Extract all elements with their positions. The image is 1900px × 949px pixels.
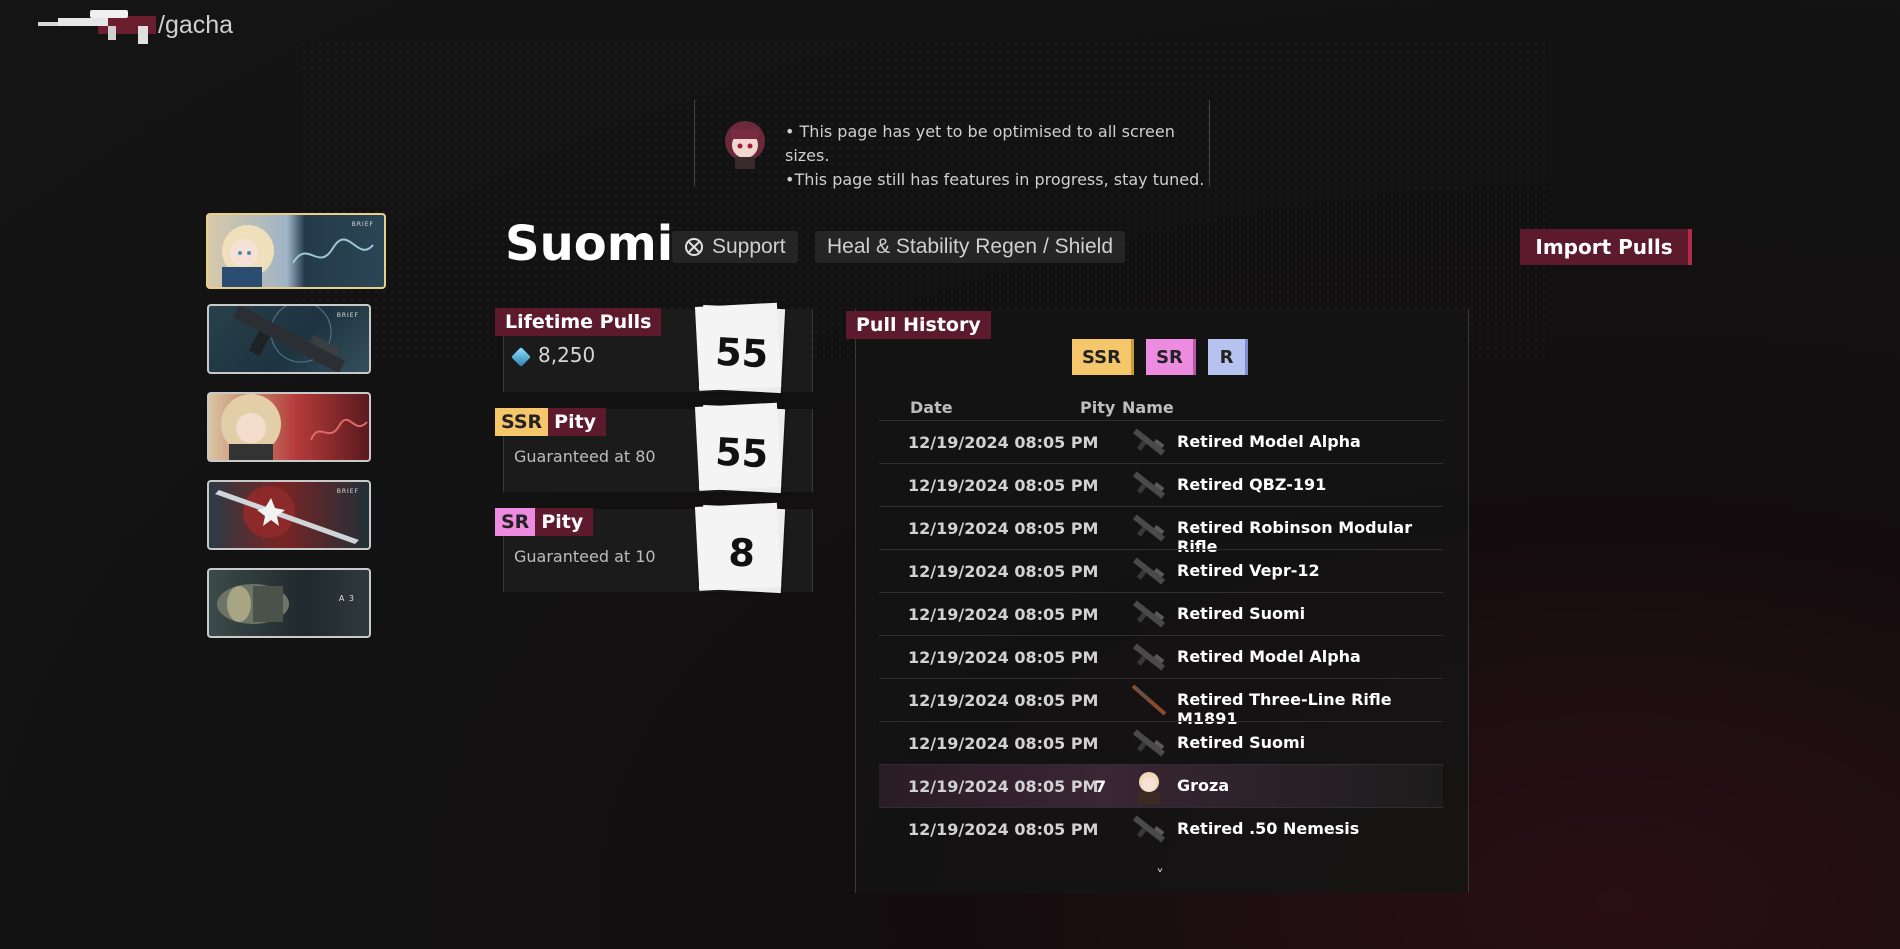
table-row[interactable]: 12/19/2024 08:05 PM Retired Three-Line Ri… [879, 678, 1443, 728]
role-chip: Heal & Stability Regen / Shield [815, 231, 1125, 263]
banner-tag: BRIEF [336, 312, 359, 319]
row-date: 12/19/2024 08:05 PM [908, 519, 1099, 538]
class-label: Support [712, 235, 786, 258]
banner-character-2[interactable] [207, 392, 371, 462]
banner-tag: A 3 [338, 594, 355, 603]
signature-icon [310, 418, 368, 441]
pull-history-panel: Pull History SSR SR R Date Pity Name 12/… [846, 309, 1469, 893]
table-row[interactable]: 12/19/2024 08:05 PM 7 Groza [879, 764, 1443, 807]
sniper-icon [1132, 815, 1166, 843]
lifetime-count-card: 55 [698, 304, 786, 394]
ssr-pity-card: SSR Pity Guaranteed at 80 55 [495, 404, 813, 494]
table-row[interactable]: 12/19/2024 08:05 PM Retired Suomi [879, 721, 1443, 764]
character-portrait-icon [1138, 772, 1160, 804]
row-name: Retired .50 Nemesis [1177, 819, 1360, 838]
row-date: 12/19/2024 08:05 PM [908, 777, 1099, 796]
notice-line-1: • This page has yet to be optimised to a… [785, 122, 1175, 165]
lifetime-pulls-card: Lifetime Pulls 8,250 55 [495, 304, 813, 394]
rifle-icon [1132, 643, 1166, 671]
row-date: 12/19/2024 08:05 PM [908, 476, 1099, 495]
filter-ssr-button[interactable]: SSR [1072, 339, 1134, 375]
row-date: 12/19/2024 08:05 PM [908, 734, 1099, 753]
table-row[interactable]: 12/19/2024 08:05 PM Retired Vepr-12 [879, 549, 1443, 592]
filter-sr-button[interactable]: SR [1146, 339, 1196, 375]
row-name: Retired Vepr-12 [1177, 561, 1320, 580]
shotgun-icon [1132, 557, 1166, 585]
rifle-icon [1132, 471, 1166, 499]
row-name: Retired Model Alpha [1177, 647, 1361, 666]
route-path: /gacha [158, 11, 234, 39]
row-name: Groza [1177, 776, 1230, 795]
table-row[interactable]: 12/19/2024 08:05 PM Retired .50 Nemesis [879, 807, 1443, 850]
currency-value: 8,250 [538, 343, 596, 367]
ssr-pity-count-card: 55 [698, 404, 786, 494]
col-pity: Pity [1080, 398, 1116, 417]
pull-history-label: Pull History [846, 311, 991, 339]
lifetime-pulls-label: Lifetime Pulls [495, 308, 662, 336]
rifle-logo-icon[interactable] [38, 8, 158, 44]
ssr-pity-label: SSR Pity [495, 408, 607, 436]
character-art-icon [221, 394, 281, 460]
ssr-badge: SSR [495, 408, 549, 436]
row-name: Retired Model Alpha [1177, 432, 1361, 451]
col-date: Date [910, 398, 953, 417]
pity-text: Pity [541, 511, 584, 533]
row-date: 12/19/2024 08:05 PM [908, 605, 1099, 624]
chibi-avatar-icon [725, 121, 765, 169]
smg-icon [1132, 600, 1166, 628]
row-date: 12/19/2024 08:05 PM [908, 691, 1099, 710]
row-pity: 7 [1095, 777, 1107, 796]
banner-weapon-2[interactable]: BRIEF [207, 480, 371, 550]
ssr-guarantee: Guaranteed at 80 [514, 447, 656, 466]
bolt-rifle-icon [1131, 684, 1167, 716]
sr-pity-card: SR Pity Guaranteed at 10 8 [495, 504, 813, 594]
rifle-icon [1132, 428, 1166, 456]
currency-spent: 8,250 [511, 343, 596, 367]
banner-tag: BRIEF [336, 488, 359, 495]
row-date: 12/19/2024 08:05 PM [908, 820, 1099, 839]
col-name: Name [1122, 398, 1174, 417]
character-art-icon [222, 225, 274, 287]
banner-suomi[interactable]: BRIEF [206, 213, 386, 289]
history-table-header: Date Pity Name [910, 398, 1450, 418]
pity-text: Pity [554, 411, 597, 433]
row-name: Retired QBZ-191 [1177, 475, 1327, 494]
support-class-icon [685, 238, 703, 256]
history-table-body: 12/19/2024 08:05 PM Retired Model Alpha 12… [879, 420, 1443, 850]
banner-weapon-smg[interactable]: BRIEF [207, 304, 371, 374]
filter-r-button[interactable]: R [1208, 339, 1248, 375]
row-name: Retired Suomi [1177, 733, 1306, 752]
row-date: 12/19/2024 08:05 PM [908, 433, 1099, 452]
ssr-pity-count: 55 [714, 429, 770, 477]
import-pulls-button[interactable]: Import Pulls [1520, 229, 1692, 265]
class-chip: Support [672, 231, 798, 263]
rarity-filters: SSR SR R [1072, 339, 1248, 375]
banner-standard[interactable]: A 3 [207, 568, 371, 638]
signature-icon [292, 238, 374, 264]
table-row[interactable]: 12/19/2024 08:05 PM Retired Model Alpha [879, 635, 1443, 678]
rifle-icon [1132, 514, 1166, 542]
supply-canister-icon [217, 584, 289, 624]
banner-tag: BRIEF [351, 221, 374, 228]
character-name: Suomi [505, 216, 674, 272]
sr-pity-count: 8 [727, 530, 757, 576]
table-row[interactable]: 12/19/2024 08:05 PM Retired Suomi [879, 592, 1443, 635]
lifetime-count: 55 [714, 329, 770, 377]
sr-badge: SR [495, 508, 536, 536]
table-row[interactable]: 12/19/2024 08:05 PM Retired Robinson Modu… [879, 506, 1443, 556]
notice-line-2: •This page still has features in progres… [785, 170, 1205, 189]
row-name: Retired Suomi [1177, 604, 1306, 623]
notice-panel: • This page has yet to be optimised to a… [694, 100, 1210, 189]
sr-pity-label: SR Pity [495, 508, 594, 536]
chevron-down-icon[interactable]: ˅ [1156, 866, 1164, 885]
row-date: 12/19/2024 08:05 PM [908, 562, 1099, 581]
smg-icon [1132, 729, 1166, 757]
row-date: 12/19/2024 08:05 PM [908, 648, 1099, 667]
table-row[interactable]: 12/19/2024 08:05 PM Retired Model Alpha [879, 420, 1443, 463]
sr-guarantee: Guaranteed at 10 [514, 547, 656, 566]
sr-pity-count-card: 8 [698, 504, 786, 594]
gem-icon [511, 346, 531, 367]
table-row[interactable]: 12/19/2024 08:05 PM Retired QBZ-191 [879, 463, 1443, 506]
